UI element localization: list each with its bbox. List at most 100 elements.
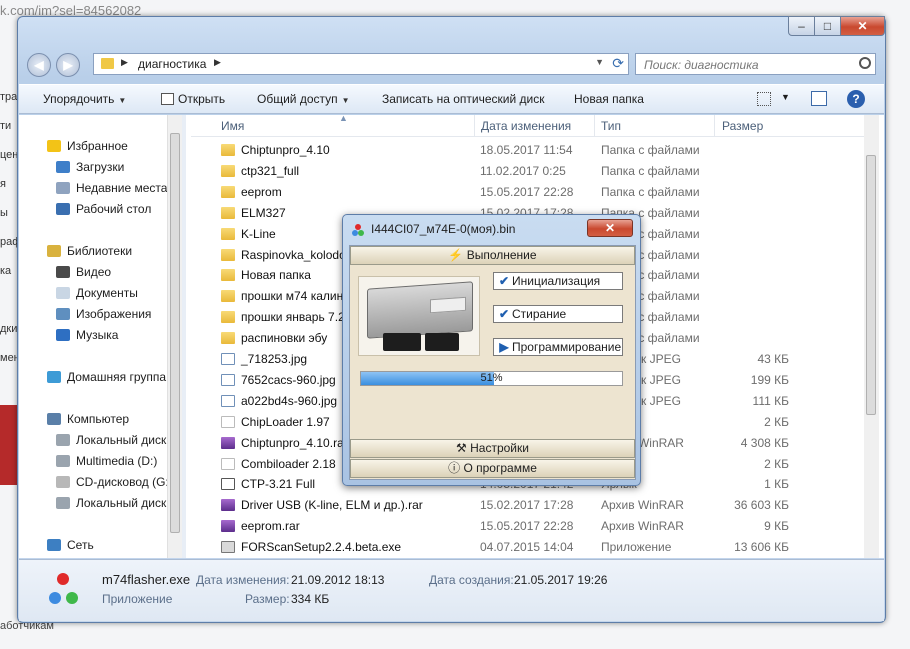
column-divider[interactable] [594,115,595,137]
column-size[interactable]: Размер [722,119,763,133]
file-type: Папка с файлами [601,163,700,178]
file-row[interactable]: eeprom.rar 15.05.2017 22:28 Архив WinRAR 9 … [191,516,879,537]
settings-button[interactable]: ⚒ Настройки [350,439,635,458]
minimize-button[interactable]: – [788,16,815,36]
nav-item[interactable]: Сеть [47,538,94,557]
nav-item[interactable]: Документы [56,286,138,305]
lnk-icon [221,478,235,491]
file-list-scrollbar-thumb[interactable] [866,155,876,415]
nav-item-label: Музыка [76,328,119,342]
file-size: 36 603 КБ [734,498,789,513]
nav-item[interactable]: Избранное [47,139,128,158]
nav-item[interactable]: Multimedia (D:) [56,454,157,473]
nav-item[interactable]: Локальный диск (C:) [56,433,182,452]
ecu-sticker [430,296,466,314]
organize-button[interactable]: Упорядочить ▼ [43,92,126,106]
file-row[interactable]: FORScanSetup2.2.4.beta.exe 04.07.2015 14:… [191,537,879,558]
new-folder-button[interactable]: Новая папка [574,92,644,106]
nav-item[interactable]: Домашняя группа [47,370,166,389]
column-type[interactable]: Тип [601,119,621,133]
dialog-close-button[interactable]: ✕ [587,219,633,237]
chevron-down-icon[interactable]: ▼ [781,92,790,102]
file-row[interactable]: Driver USB (K-line, ELM и др.).rar 15.02.… [191,495,879,516]
breadcrumb-current[interactable]: диагностика [138,57,206,71]
progress-text: 51% [480,372,503,384]
nav-item[interactable]: Загрузки [56,160,124,179]
folder-icon [221,185,235,198]
nav-item-label: Multimedia (D:) [76,454,158,468]
details-size-label: Размер: [245,592,290,606]
address-bar[interactable]: ▶ диагностика ▶ ▼ ⟳ [93,53,629,75]
open-button[interactable]: Открыть [161,92,225,106]
nav-item[interactable]: Музыка [56,328,118,347]
share-label: Общий доступ [257,92,338,106]
search-input[interactable]: Поиск: диагностика [635,53,876,75]
init-button[interactable]: ✔ Инициализация [493,272,623,290]
burn-button[interactable]: Записать на оптический диск [382,92,545,106]
column-date[interactable]: Дата изменения [481,119,571,133]
forward-button[interactable]: ▶ [56,53,80,77]
file-row[interactable]: ctp321_full 11.02.2017 0:25 Папка с файлам… [191,161,879,182]
music-icon [56,329,70,341]
nav-item-label: Домашняя группа [67,370,167,384]
nav-scrollbar[interactable] [167,115,182,558]
execute-label: Выполнение [466,248,537,262]
about-button[interactable]: ⓘ О программе [350,459,635,478]
nav-item[interactable]: Видео [56,265,111,284]
view-options-icon[interactable] [757,92,771,106]
nav-item[interactable]: Локальный диск (H:) [56,496,182,515]
program-label: Программирование [512,340,622,354]
file-date: 11.02.2017 0:25 [480,163,566,178]
nav-scrollbar-thumb[interactable] [170,133,180,533]
nav-item[interactable]: Компьютер [47,412,129,431]
file-name: eeprom.rar [241,519,300,534]
execute-section-header: ⚡ Выполнение [350,246,635,265]
program-button[interactable]: ▶ Программирование [493,338,623,356]
erase-button[interactable]: ✔ Стирание [493,305,623,323]
search-placeholder: Поиск: диагностика [644,58,759,72]
column-divider[interactable] [714,115,715,137]
nav-item[interactable]: CD-дисковод (G:) [56,475,173,494]
network-icon [47,539,61,551]
address-dropdown-icon[interactable]: ▼ [595,57,604,67]
file-row[interactable]: Chiptunpro_4.10 18.05.2017 11:54 Папка с ф… [191,140,879,161]
breadcrumb-arrow-icon[interactable]: ▶ [214,57,221,68]
close-button[interactable]: ✕ [840,16,885,36]
file-date: 15.02.2017 17:28 [480,498,574,513]
folder-icon [221,290,235,303]
help-icon[interactable]: ? [847,90,865,108]
pane-splitter[interactable] [182,115,186,558]
star-icon [47,140,61,152]
refresh-icon[interactable]: ⟳ [612,55,624,72]
file-type: Папка с файлами [601,184,700,199]
erase-label: Стирание [512,307,567,321]
details-created-value: 21.05.2017 19:26 [514,573,608,587]
nav-item-label: Избранное [67,139,128,153]
nav-item[interactable]: Изображения [56,307,151,326]
flasher-dialog: I444CI07_м74E-0(моя).bin ✕ ⚡ Выполнение … [342,214,641,486]
nav-item-label: CD-дисковод (G:) [76,475,173,489]
file-list-scrollbar[interactable] [864,115,879,558]
maximize-button[interactable]: □ [814,16,841,36]
settings-label: Настройки [470,441,529,455]
file-row[interactable]: eeprom 15.05.2017 22:28 Папка с файлами [191,182,879,203]
arrow-left-icon: ◀ [34,58,44,72]
column-name[interactable]: Имя [221,119,244,133]
sort-arrow-icon: ▲ [339,113,348,123]
background-banner [0,405,18,485]
nav-item-label: Компьютер [67,412,130,426]
breadcrumb-arrow-icon[interactable]: ▶ [121,57,128,68]
back-button[interactable]: ◀ [27,53,51,77]
column-divider[interactable] [474,115,475,137]
app-icon-dot-green [66,592,78,604]
desktop-icon [56,203,70,215]
nav-item[interactable]: Недавние места [56,181,167,200]
nav-item-label: Рабочий стол [76,202,152,216]
nav-item[interactable]: Библиотеки [47,244,132,263]
file-name: Combiloader 2.18 [241,456,336,471]
nav-item[interactable]: Рабочий стол [56,202,151,221]
computer-icon [47,413,61,425]
search-icon[interactable] [859,57,871,69]
preview-pane-icon[interactable] [811,91,827,106]
share-button[interactable]: Общий доступ ▼ [257,92,350,106]
